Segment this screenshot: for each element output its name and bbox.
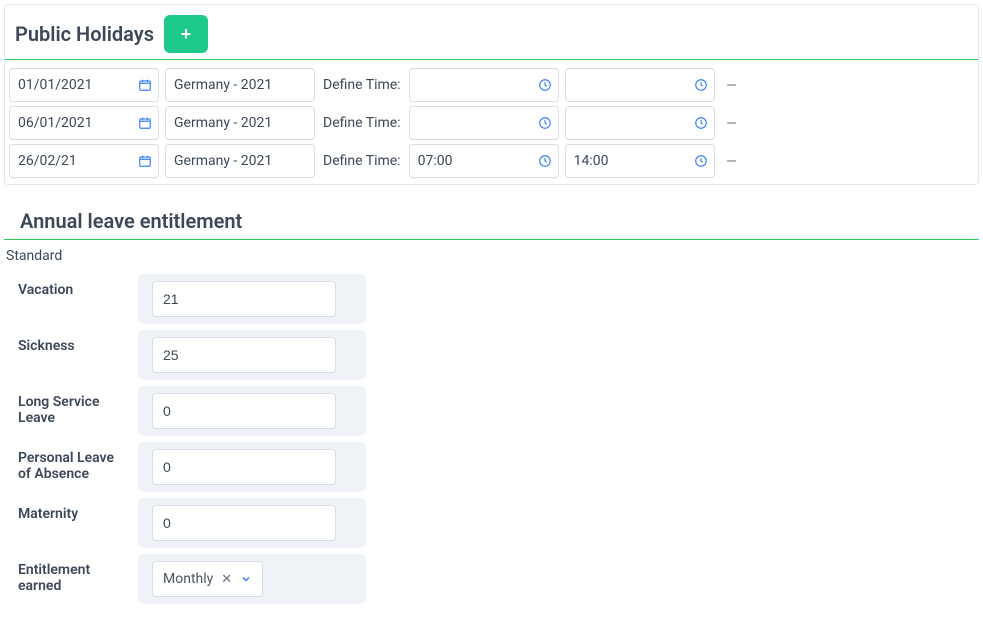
entitlement-rows: Vacation Sickness Long Service Leave Per… <box>0 274 983 620</box>
entitlement-standard-label: Standard <box>0 240 983 268</box>
define-time-label: Define Time: <box>321 77 403 93</box>
public-holidays-card: Public Holidays + 01/01/2021 Germany - 2… <box>4 4 979 185</box>
entitlement-row-earned: Entitlement earned Monthly ✕ <box>0 554 983 604</box>
entitlement-row-vacation: Vacation <box>0 274 983 324</box>
time-to-input[interactable] <box>565 68 715 102</box>
holiday-row: 01/01/2021 Germany - 2021 Define Time: <box>5 66 978 104</box>
public-holidays-header: Public Holidays + <box>5 5 978 60</box>
holiday-name-value: Germany - 2021 <box>174 115 284 131</box>
define-time-label: Define Time: <box>321 115 403 131</box>
time-from-input[interactable] <box>409 106 559 140</box>
define-time-label: Define Time: <box>321 153 403 169</box>
earned-select[interactable]: Monthly ✕ <box>152 561 263 597</box>
minus-icon: – <box>727 114 736 132</box>
earned-selected-value: Monthly <box>163 571 213 587</box>
entitlement-row-maternity: Maternity <box>0 498 983 548</box>
holiday-date-input[interactable]: 26/02/21 <box>9 144 159 178</box>
holiday-row: 06/01/2021 Germany - 2021 Define Time: <box>5 104 978 142</box>
time-from-input[interactable]: 07:00 <box>409 144 559 178</box>
minus-icon: – <box>727 152 736 170</box>
plus-icon: + <box>181 24 192 45</box>
maternity-label: Maternity <box>0 498 138 530</box>
remove-holiday-button[interactable]: – <box>721 150 743 172</box>
chevron-down-icon <box>240 573 252 585</box>
clear-icon[interactable]: ✕ <box>219 572 234 587</box>
holiday-date-value: 26/02/21 <box>18 153 128 169</box>
sickness-input[interactable] <box>152 337 336 373</box>
long-service-label: Long Service Leave <box>0 386 138 434</box>
time-to-input[interactable]: 14:00 <box>565 144 715 178</box>
time-to-value: 14:00 <box>574 153 684 169</box>
long-service-field-wrap <box>138 386 366 436</box>
holiday-date-value: 06/01/2021 <box>18 115 128 131</box>
holiday-name-input[interactable]: Germany - 2021 <box>165 144 315 178</box>
clock-icon <box>538 116 552 130</box>
sickness-field-wrap <box>138 330 366 380</box>
entitlement-row-personal: Personal Leave of Absence <box>0 442 983 492</box>
clock-icon <box>538 78 552 92</box>
holiday-date-value: 01/01/2021 <box>18 77 128 93</box>
holiday-name-input[interactable]: Germany - 2021 <box>165 106 315 140</box>
personal-leave-field-wrap <box>138 442 366 492</box>
calendar-icon <box>138 154 152 168</box>
earned-field-wrap: Monthly ✕ <box>138 554 366 604</box>
personal-leave-label: Personal Leave of Absence <box>0 442 138 490</box>
time-from-input[interactable] <box>409 68 559 102</box>
public-holidays-title: Public Holidays <box>15 22 154 46</box>
holiday-row: 26/02/21 Germany - 2021 Define Time: 07:… <box>5 142 978 180</box>
clock-icon <box>694 154 708 168</box>
earned-label: Entitlement earned <box>0 554 138 602</box>
maternity-field-wrap <box>138 498 366 548</box>
time-from-value: 07:00 <box>418 153 528 169</box>
holiday-date-input[interactable]: 01/01/2021 <box>9 68 159 102</box>
minus-icon: – <box>727 76 736 94</box>
clock-icon <box>694 116 708 130</box>
holiday-date-input[interactable]: 06/01/2021 <box>9 106 159 140</box>
calendar-icon <box>138 78 152 92</box>
maternity-input[interactable] <box>152 505 336 541</box>
sickness-label: Sickness <box>0 330 138 362</box>
entitlement-row-long-service: Long Service Leave <box>0 386 983 436</box>
vacation-label: Vacation <box>0 274 138 306</box>
vacation-input[interactable] <box>152 281 336 317</box>
entitlement-row-sickness: Sickness <box>0 330 983 380</box>
time-to-input[interactable] <box>565 106 715 140</box>
vacation-field-wrap <box>138 274 366 324</box>
holiday-name-value: Germany - 2021 <box>174 153 284 169</box>
add-holiday-button[interactable]: + <box>164 15 208 53</box>
clock-icon <box>694 78 708 92</box>
calendar-icon <box>138 116 152 130</box>
remove-holiday-button[interactable]: – <box>721 112 743 134</box>
personal-leave-input[interactable] <box>152 449 336 485</box>
holidays-body: 01/01/2021 Germany - 2021 Define Time: <box>5 60 978 184</box>
clock-icon <box>538 154 552 168</box>
remove-holiday-button[interactable]: – <box>721 74 743 96</box>
holiday-name-value: Germany - 2021 <box>174 77 284 93</box>
holiday-name-input[interactable]: Germany - 2021 <box>165 68 315 102</box>
entitlement-title: Annual leave entitlement <box>4 189 979 240</box>
long-service-input[interactable] <box>152 393 336 429</box>
